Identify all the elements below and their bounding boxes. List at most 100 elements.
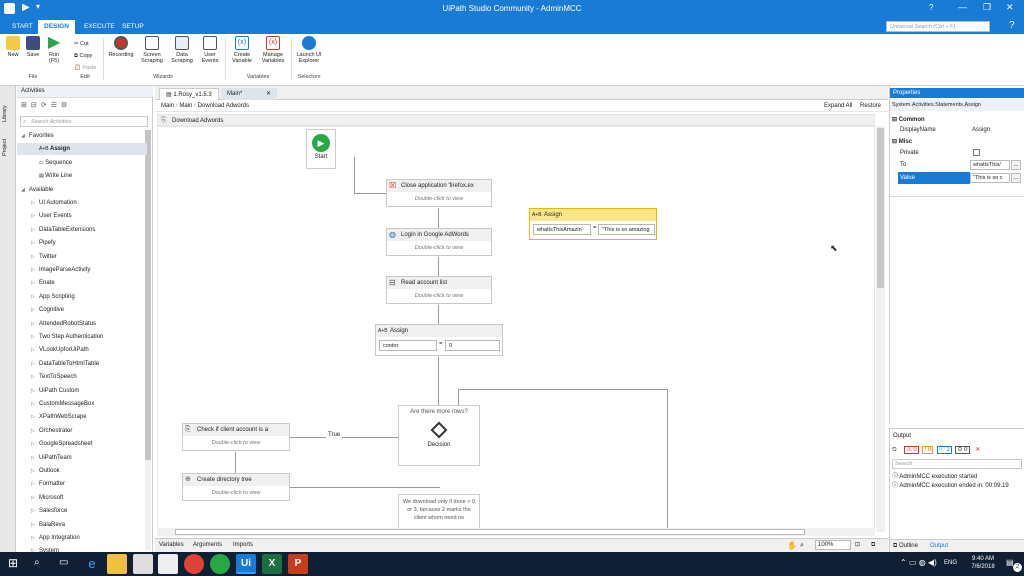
- variables-tab[interactable]: Variables: [159, 539, 184, 552]
- activity-tree-item[interactable]: ▷ App Integration: [17, 532, 147, 544]
- zoom-select[interactable]: 100%: [815, 540, 851, 550]
- activities-search-input[interactable]: ⌕ Search Activities: [20, 116, 148, 127]
- new-button[interactable]: New: [3, 36, 23, 58]
- tab-design[interactable]: DESIGN: [38, 20, 75, 34]
- canvas-vertical-scrollbar[interactable]: [876, 126, 885, 532]
- collapsed-arrow-icon[interactable]: ▷: [31, 318, 39, 330]
- powerpoint-icon[interactable]: P: [288, 554, 308, 574]
- to-value-field[interactable]: whatIsThis/: [970, 160, 1010, 170]
- tab-close-icon[interactable]: ✕: [266, 88, 271, 100]
- universal-search-input[interactable]: Universal Search (Ctrl + F): [886, 21, 990, 32]
- collapsed-arrow-icon[interactable]: ▷: [31, 224, 39, 236]
- recording-button[interactable]: Recording: [106, 36, 136, 58]
- cut-button[interactable]: ✂ Cut: [74, 38, 96, 50]
- save-button[interactable]: Save: [24, 36, 42, 58]
- launch-ui-explorer-button[interactable]: Launch UI Explorer: [294, 36, 324, 64]
- assign-to-field[interactable]: contor: [379, 340, 437, 351]
- collapsed-arrow-icon[interactable]: ▷: [31, 532, 39, 544]
- assign-value-field[interactable]: 0: [445, 340, 500, 351]
- info-filter[interactable]: ⓘ 2: [936, 446, 952, 454]
- activity-tree-item[interactable]: ▷ Orchestrator: [17, 425, 147, 437]
- expanded-arrow-icon[interactable]: ◢: [21, 130, 29, 142]
- chrome-icon[interactable]: [184, 554, 204, 574]
- minimize-icon[interactable]: —: [958, 2, 967, 12]
- collapsed-arrow-icon[interactable]: ▷: [31, 385, 39, 397]
- collapsed-arrow-icon[interactable]: ▷: [31, 344, 39, 356]
- collapsed-arrow-icon[interactable]: ▷: [31, 398, 39, 410]
- collapsed-arrow-icon[interactable]: ▷: [31, 358, 39, 370]
- activity-tree-item[interactable]: ▤ Write Line: [17, 170, 147, 182]
- project-tab[interactable]: Project: [2, 126, 14, 156]
- canvas-vertical-thumb[interactable]: [877, 128, 884, 288]
- activity-tree-item[interactable]: ▷ Two Step Authentication: [17, 331, 147, 343]
- task-view-icon[interactable]: ▭: [59, 557, 68, 568]
- file-explorer-icon[interactable]: [107, 554, 127, 574]
- collapsed-arrow-icon[interactable]: ▷: [31, 425, 39, 437]
- collapsed-arrow-icon[interactable]: ▷: [31, 277, 39, 289]
- library-tab[interactable]: Library: [2, 92, 14, 122]
- clear-icon[interactable]: ✕: [975, 447, 980, 453]
- collapsed-arrow-icon[interactable]: ▷: [31, 291, 39, 303]
- activity-tree-item[interactable]: ▷ Formatter: [17, 478, 147, 490]
- breadcrumb-item[interactable]: Main: [161, 103, 174, 109]
- settings-icon[interactable]: ⚙: [61, 102, 71, 109]
- activity-tree-item[interactable]: ▷ Salesforce: [17, 505, 147, 517]
- overview-icon[interactable]: ⧉: [871, 539, 875, 552]
- flowchart-canvas[interactable]: ▶ Start ☒ Close application 'firefox.ex D…: [157, 126, 875, 532]
- tab-start[interactable]: START: [6, 20, 39, 34]
- mail-icon[interactable]: [158, 554, 178, 574]
- activity-tree-item[interactable]: ▷ DataTableToHtmlTable: [17, 358, 147, 370]
- activity-tree-item[interactable]: ▷ ImageParseActivity: [17, 264, 147, 276]
- search-icon[interactable]: ⌕: [34, 557, 40, 568]
- activity-tree-item[interactable]: ▷ User Events: [17, 210, 147, 222]
- tab-setup[interactable]: SETUP: [116, 20, 150, 34]
- collapsed-arrow-icon[interactable]: ▷: [31, 411, 39, 423]
- collapsed-arrow-icon[interactable]: ▷: [31, 264, 39, 276]
- chrome-alt-icon[interactable]: [210, 554, 230, 574]
- activity-tree-item[interactable]: ▷ GoogleSpreadsheet: [17, 438, 147, 450]
- activity-tree-item[interactable]: ◢ Favorites: [17, 130, 147, 142]
- run-button[interactable]: ▶ Run (F5): [44, 35, 64, 65]
- activity-tree-item[interactable]: ▷ Pipefy: [17, 237, 147, 249]
- collapsed-arrow-icon[interactable]: ▷: [31, 452, 39, 464]
- read-account-list-activity[interactable]: ⊟ Read account list Double-click to view: [386, 276, 492, 304]
- maximize-icon[interactable]: ❐: [983, 2, 991, 13]
- value-field[interactable]: "This is so c: [970, 173, 1010, 183]
- decision-node[interactable]: Are there more rows? Decision: [398, 405, 480, 466]
- collapsed-arrow-icon[interactable]: ▷: [31, 331, 39, 343]
- fit-screen-icon[interactable]: ⊡: [855, 539, 860, 552]
- collapsed-arrow-icon[interactable]: ▷: [31, 492, 39, 504]
- windows-start-icon[interactable]: ⊞: [8, 556, 18, 570]
- arguments-tab[interactable]: Arguments: [193, 539, 222, 552]
- close-application-activity[interactable]: ☒ Close application 'firefox.ex Double-cl…: [386, 179, 492, 207]
- activity-tree-item[interactable]: ▷ App Scripting: [17, 291, 147, 303]
- to-editor-button[interactable]: ...: [1011, 160, 1021, 170]
- expand-all-link[interactable]: Expand All: [824, 100, 852, 112]
- canvas-horizontal-thumb[interactable]: [175, 529, 805, 535]
- tab-main[interactable]: Main* ✕: [221, 88, 277, 100]
- activity-tree-item[interactable]: ▷ Microsoft: [17, 492, 147, 504]
- refresh-icon[interactable]: ⟳: [41, 102, 51, 109]
- collapsed-arrow-icon[interactable]: ▷: [31, 371, 39, 383]
- activity-tree-item[interactable]: A+B Assign: [17, 143, 147, 156]
- collapsed-arrow-icon[interactable]: ▷: [31, 251, 39, 263]
- help-icon[interactable]: ?: [929, 3, 933, 12]
- tray-icons[interactable]: ⌃ ▭ ◍ ◀): [900, 558, 937, 567]
- collapse-icon[interactable]: ⊟: [31, 102, 41, 109]
- collapsed-arrow-icon[interactable]: ▷: [31, 197, 39, 209]
- screen-scraping-button[interactable]: Screen Scraping: [138, 36, 166, 64]
- collapsed-arrow-icon[interactable]: ▷: [31, 465, 39, 477]
- activity-tree-item[interactable]: ◢ Available: [17, 184, 147, 196]
- activity-tree-item[interactable]: ▷ AttendedRobotStatus: [17, 318, 147, 330]
- activity-tree-item[interactable]: ▷ CustomMessageBox: [17, 398, 147, 410]
- activity-tree-item[interactable]: ▷ VLookUpforUiPath: [17, 344, 147, 356]
- close-icon[interactable]: ✕: [1006, 2, 1014, 13]
- collapsed-arrow-icon[interactable]: ▷: [31, 478, 39, 490]
- activity-tree-item[interactable]: ▷ Twitter: [17, 251, 147, 263]
- create-variable-button[interactable]: (x) Create Variable: [228, 36, 256, 64]
- clock[interactable]: 9:40 AM 7/6/2018: [966, 555, 1000, 571]
- data-scraping-button[interactable]: Data Scraping: [168, 36, 196, 64]
- sequence-header[interactable]: ⎘ Download Adwords: [157, 114, 875, 126]
- copy-button[interactable]: ⧉ Copy: [74, 50, 96, 62]
- activity-tree-item[interactable]: ▷ UiPathTeam: [17, 452, 147, 464]
